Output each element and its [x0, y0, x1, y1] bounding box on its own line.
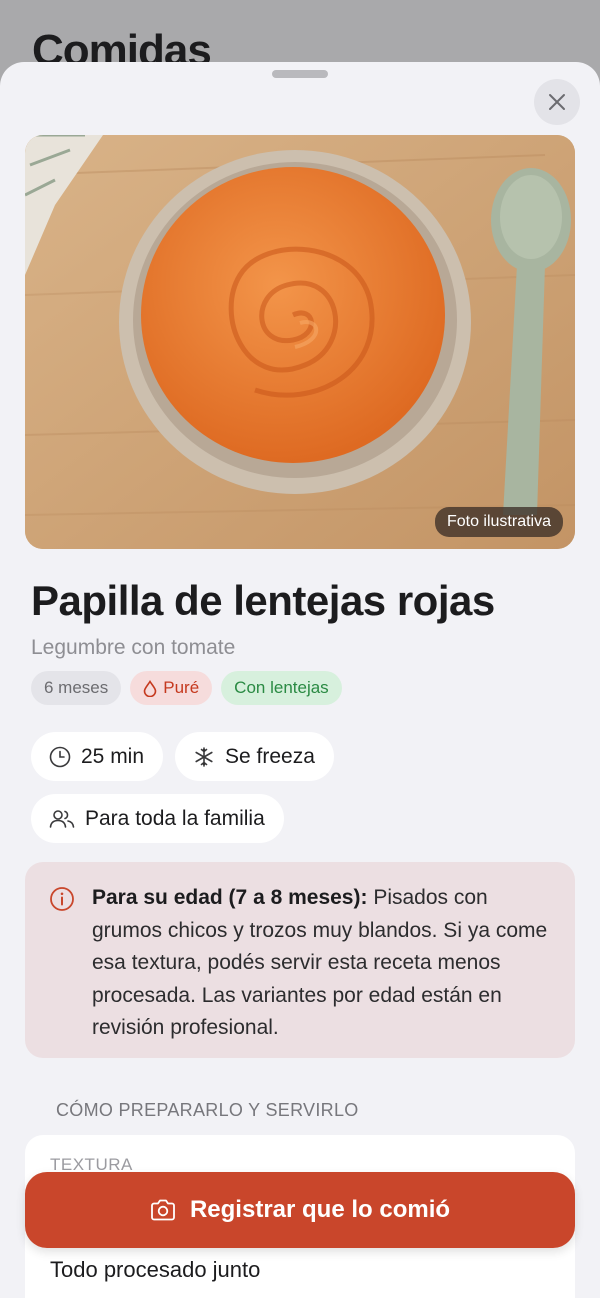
prep-time-label: 25 min [81, 744, 145, 768]
recipe-photo: Foto ilustrativa [25, 135, 575, 549]
recipe-tags: 6 meses Puré Con lentejas [31, 671, 342, 705]
texture-tag-label: Puré [163, 678, 200, 697]
prep-time-pill: 25 min [31, 732, 164, 781]
age-notice: Para su edad (7 a 8 meses): Pisados con … [25, 862, 575, 1058]
register-eaten-label: Registrar que lo comió [189, 1196, 451, 1223]
recipe-attributes: 25 min Se freeza Para toda la familia [31, 732, 571, 843]
texture-card-value: Todo procesado junto [50, 1257, 261, 1282]
recipe-title: Papilla de lentejas rojas [31, 577, 495, 624]
age-tag: 6 meses [31, 671, 122, 705]
drop-icon [143, 679, 157, 697]
people-icon [49, 808, 75, 830]
notice-heading: Para su edad (7 a 8 meses): [92, 886, 368, 909]
close-icon [549, 94, 565, 110]
legume-tag: Con lentejas [221, 671, 342, 705]
recipe-sheet: Foto ilustrativa Papilla de lentejas roj… [0, 62, 600, 1298]
section-heading: CÓMO PREPARARLO Y SERVIRLO [56, 1100, 359, 1120]
freezable-pill: Se freeza [175, 732, 334, 781]
register-eaten-button[interactable]: Registrar que lo comió [25, 1172, 575, 1248]
clock-icon [49, 746, 71, 768]
texture-tag: Puré [130, 671, 213, 705]
close-button[interactable] [534, 79, 580, 125]
family-label: Para toda la familia [85, 806, 265, 830]
sheet-grabber[interactable] [272, 70, 328, 78]
camera-icon [151, 1199, 175, 1221]
recipe-subtitle: Legumbre con tomate [31, 636, 236, 659]
info-icon [50, 887, 74, 911]
freezable-label: Se freeza [225, 744, 315, 768]
snowflake-icon [193, 746, 215, 768]
photo-illustrative-badge: Foto ilustrativa [434, 507, 563, 537]
family-pill: Para toda la familia [31, 794, 284, 843]
